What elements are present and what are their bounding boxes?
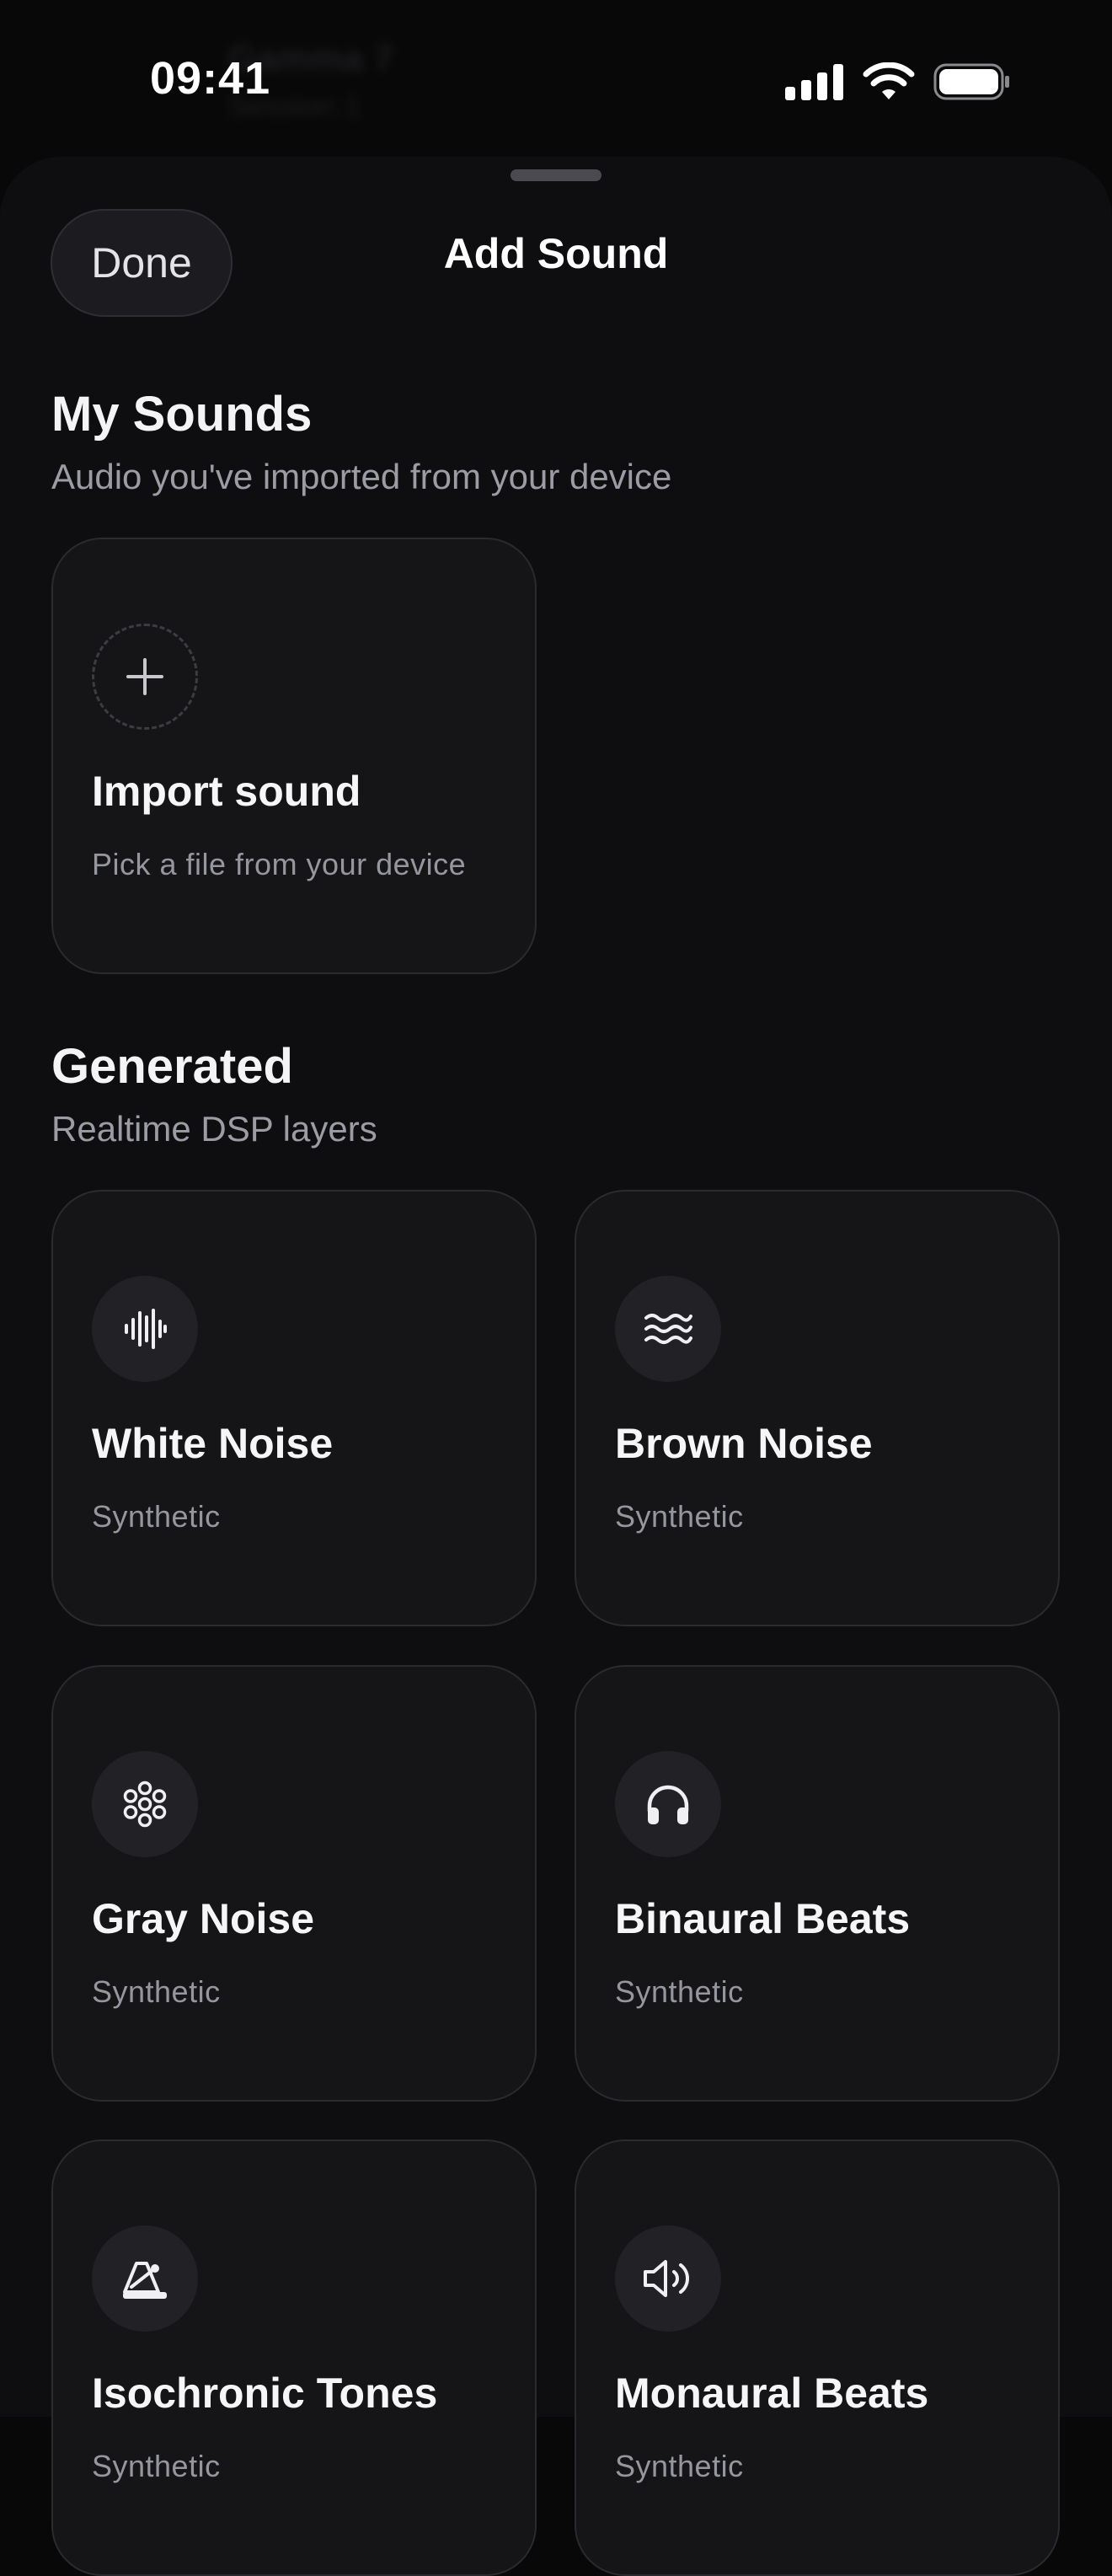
cellular-signal-icon xyxy=(785,63,844,100)
sound-card-title: Monaural Beats xyxy=(615,2370,929,2417)
sheet-title: Add Sound xyxy=(443,230,669,277)
sound-card-title: Binaural Beats xyxy=(615,1895,911,1942)
import-sound-subtitle: Pick a file from your device xyxy=(92,847,467,881)
waveform-icon xyxy=(123,1307,167,1351)
speaker-icon xyxy=(642,2257,694,2300)
sound-card-tag: Synthetic xyxy=(92,1499,221,1534)
monaural-icon-wrap xyxy=(615,2225,721,2332)
brown-noise-icon-wrap xyxy=(615,1276,721,1382)
sound-card-title: White Noise xyxy=(92,1420,334,1467)
sound-card-tag: Synthetic xyxy=(615,2449,744,2483)
sound-card-binaural-beats[interactable]: Binaural Beats Synthetic xyxy=(575,1665,1060,2102)
import-sound-title: Import sound xyxy=(92,768,361,815)
sound-card-tag: Synthetic xyxy=(615,1974,744,2009)
sound-card-monaural-beats[interactable]: Monaural Beats Synthetic xyxy=(575,2140,1060,2576)
sound-card-white-noise[interactable]: White Noise Synthetic xyxy=(51,1190,537,1626)
dots-flower-icon xyxy=(121,1781,168,1828)
sound-card-title: Brown Noise xyxy=(615,1420,873,1467)
status-icons xyxy=(785,62,1011,101)
generated-title: Generated xyxy=(51,1039,293,1094)
sound-card-isochronic-tones[interactable]: Isochronic Tones Synthetic xyxy=(51,2140,537,2576)
metronome-icon xyxy=(121,2257,168,2300)
battery-icon xyxy=(933,63,1011,100)
headphones-icon xyxy=(644,1782,692,1826)
sound-card-tag: Synthetic xyxy=(92,1974,221,2009)
sound-card-tag: Synthetic xyxy=(92,2449,221,2483)
gray-noise-icon-wrap xyxy=(92,1751,198,1857)
sheet-grabber[interactable] xyxy=(511,169,601,181)
add-sound-sheet: Done Add Sound My Sounds Audio you've im… xyxy=(0,157,1112,2576)
status-bar: Gamma 7 Session 1 09:41 xyxy=(0,0,1112,160)
import-sound-card[interactable]: Import sound Pick a file from your devic… xyxy=(51,538,537,974)
status-time: 09:41 xyxy=(150,53,271,104)
sound-card-title: Gray Noise xyxy=(92,1895,315,1942)
waves-icon xyxy=(644,1310,692,1347)
sound-card-brown-noise[interactable]: Brown Noise Synthetic xyxy=(575,1190,1060,1626)
generated-subtitle: Realtime DSP layers xyxy=(51,1109,377,1149)
plus-icon xyxy=(126,657,164,696)
my-sounds-subtitle: Audio you've imported from your device xyxy=(51,457,672,496)
white-noise-icon-wrap xyxy=(92,1276,198,1382)
isochronic-icon-wrap xyxy=(92,2225,198,2332)
my-sounds-title: My Sounds xyxy=(51,387,313,442)
sound-card-title: Isochronic Tones xyxy=(92,2370,438,2417)
binaural-icon-wrap xyxy=(615,1751,721,1857)
import-icon-wrap xyxy=(92,624,198,730)
sound-card-tag: Synthetic xyxy=(615,1499,744,1534)
sound-card-gray-noise[interactable]: Gray Noise Synthetic xyxy=(51,1665,537,2102)
wifi-icon xyxy=(863,62,915,101)
